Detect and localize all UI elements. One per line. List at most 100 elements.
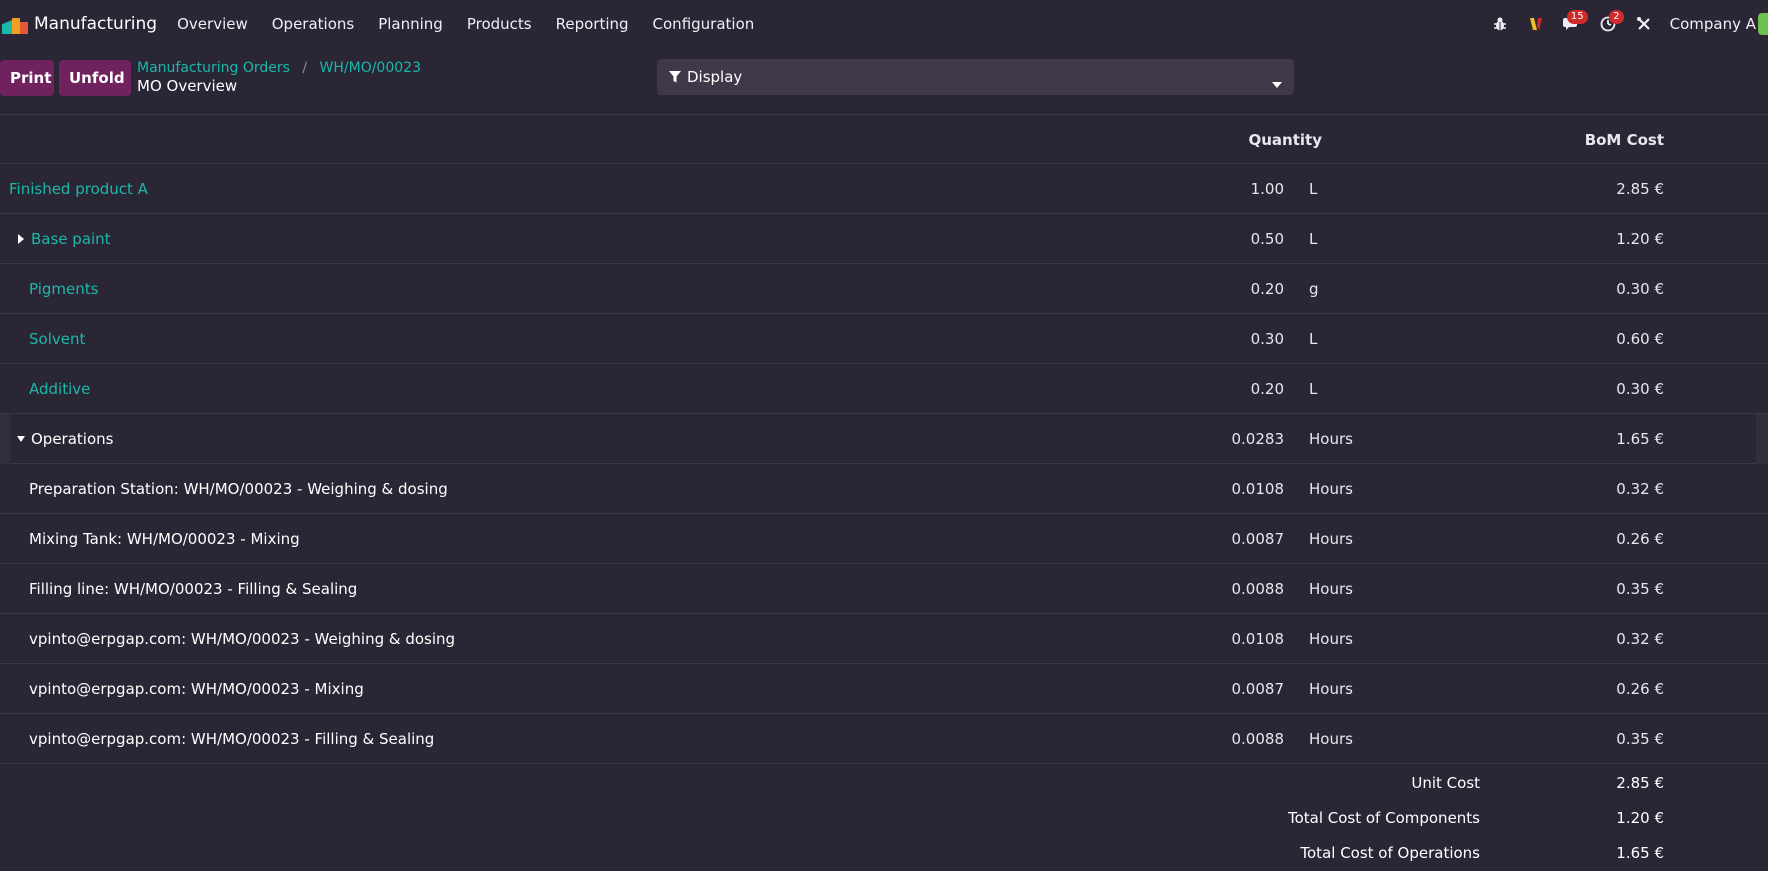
menu-overview[interactable]: Overview bbox=[165, 0, 260, 48]
table-row: Base paint 0.50 L 1.20 € bbox=[0, 214, 1768, 264]
quantity-value: 0.0108 bbox=[1231, 480, 1285, 498]
table-row: Pigments 0.20 g 0.30 € bbox=[0, 264, 1768, 314]
uom-value: Hours bbox=[1309, 730, 1353, 748]
user-avatar[interactable] bbox=[1758, 13, 1768, 35]
bom-cost-value: 1.20 € bbox=[1616, 230, 1664, 248]
quantity-value: 0.0088 bbox=[1231, 580, 1285, 598]
quantity-value: 0.20 bbox=[1250, 380, 1284, 398]
uom-value: Hours bbox=[1309, 530, 1353, 548]
page-title: MO Overview bbox=[137, 77, 238, 95]
components-cost-row: Total Cost of Components 1.20 € bbox=[0, 801, 1768, 836]
table-header: Quantity BoM Cost bbox=[0, 114, 1768, 164]
unit-cost-row: Unit Cost 2.85 € bbox=[0, 766, 1768, 801]
table-row: Mixing Tank: WH/MO/00023 - Mixing 0.0087… bbox=[0, 514, 1768, 564]
debug-bug-icon[interactable] bbox=[1482, 0, 1518, 48]
component-link[interactable]: Pigments bbox=[29, 264, 98, 314]
messages-icon[interactable]: 15 bbox=[1554, 0, 1590, 48]
odoo-studio-icon[interactable] bbox=[1518, 0, 1554, 48]
operation-name: Preparation Station: WH/MO/00023 - Weigh… bbox=[29, 480, 448, 498]
unit-cost-label: Unit Cost bbox=[1411, 774, 1480, 792]
uom-value: L bbox=[1309, 180, 1318, 198]
print-button[interactable]: Print bbox=[0, 60, 54, 96]
quantity-value: 0.20 bbox=[1250, 280, 1284, 298]
app-name[interactable]: Manufacturing bbox=[34, 14, 157, 34]
uom-value: L bbox=[1309, 380, 1318, 398]
top-navbar: Manufacturing Overview Operations Planni… bbox=[0, 0, 1768, 48]
operation-name: vpinto@erpgap.com: WH/MO/00023 - Weighin… bbox=[29, 630, 456, 648]
bom-cost-value: 0.30 € bbox=[1616, 280, 1664, 298]
bom-cost-value: 0.26 € bbox=[1616, 530, 1664, 548]
operation-name: vpinto@erpgap.com: WH/MO/00023 - Filling… bbox=[29, 730, 435, 748]
components-cost-label: Total Cost of Components bbox=[1287, 809, 1480, 827]
menu-reporting[interactable]: Reporting bbox=[544, 0, 641, 48]
component-link[interactable]: Base paint bbox=[31, 214, 111, 264]
caret-down-icon[interactable] bbox=[15, 414, 27, 464]
breadcrumb-mo-reference[interactable]: WH/MO/00023 bbox=[320, 60, 421, 76]
activities-count-badge: 2 bbox=[1609, 10, 1624, 24]
uom-value: Hours bbox=[1309, 480, 1353, 498]
company-switcher[interactable]: Company A bbox=[1670, 15, 1756, 33]
manufacturing-app-icon bbox=[0, 12, 30, 36]
table-row: Preparation Station: WH/MO/00023 - Weigh… bbox=[0, 464, 1768, 514]
bom-cost-value: 2.85 € bbox=[1616, 180, 1664, 198]
operation-name: Filling line: WH/MO/00023 - Filling & Se… bbox=[29, 580, 358, 598]
display-filter-dropdown[interactable]: Display bbox=[657, 59, 1294, 95]
app-brand[interactable]: Manufacturing bbox=[0, 0, 165, 48]
menu-configuration[interactable]: Configuration bbox=[641, 0, 767, 48]
bom-cost-value: 0.35 € bbox=[1616, 730, 1664, 748]
quantity-value: 0.0283 bbox=[1231, 430, 1285, 448]
breadcrumb: Manufacturing Orders / WH/MO/00023 bbox=[137, 60, 421, 76]
table-row: vpinto@erpgap.com: WH/MO/00023 - Weighin… bbox=[0, 614, 1768, 664]
breadcrumb-manufacturing-orders[interactable]: Manufacturing Orders bbox=[137, 60, 290, 76]
bom-cost-value: 0.35 € bbox=[1616, 580, 1664, 598]
mo-overview-report: Quantity BoM Cost Finished product A 1.0… bbox=[0, 114, 1768, 764]
quantity-value: 0.0088 bbox=[1231, 730, 1285, 748]
unit-cost-value: 2.85 € bbox=[1616, 774, 1664, 792]
uom-value: Hours bbox=[1309, 430, 1353, 448]
activities-clock-icon[interactable]: 2 bbox=[1590, 0, 1626, 48]
table-row: vpinto@erpgap.com: WH/MO/00023 - Filling… bbox=[0, 714, 1768, 764]
bom-cost-value: 0.60 € bbox=[1616, 330, 1664, 348]
components-cost-value: 1.20 € bbox=[1616, 809, 1664, 827]
tools-icon[interactable] bbox=[1626, 0, 1662, 48]
menu-planning[interactable]: Planning bbox=[366, 0, 455, 48]
uom-value: Hours bbox=[1309, 680, 1353, 698]
table-row: Additive 0.20 L 0.30 € bbox=[0, 364, 1768, 414]
messages-count-badge: 15 bbox=[1566, 10, 1588, 24]
cost-totals: Unit Cost 2.85 € Total Cost of Component… bbox=[0, 766, 1768, 871]
uom-value: Hours bbox=[1309, 630, 1353, 648]
table-row: Finished product A 1.00 L 2.85 € bbox=[0, 164, 1768, 214]
quantity-value: 0.0087 bbox=[1231, 680, 1285, 698]
operations-group-row[interactable]: Operations 0.0283 Hours 1.65 € bbox=[0, 414, 1768, 464]
caret-down-icon bbox=[1272, 73, 1282, 92]
operations-label: Operations bbox=[31, 430, 114, 448]
component-link[interactable]: Additive bbox=[29, 364, 90, 414]
quantity-value: 0.30 bbox=[1250, 330, 1284, 348]
component-link[interactable]: Solvent bbox=[29, 314, 85, 364]
caret-right-icon[interactable] bbox=[15, 214, 27, 264]
main-menu: Overview Operations Planning Products Re… bbox=[165, 0, 766, 48]
uom-value: L bbox=[1309, 330, 1318, 348]
table-row: Solvent 0.30 L 0.60 € bbox=[0, 314, 1768, 364]
bom-cost-value: 0.26 € bbox=[1616, 680, 1664, 698]
table-row: vpinto@erpgap.com: WH/MO/00023 - Mixing … bbox=[0, 664, 1768, 714]
operation-name: vpinto@erpgap.com: WH/MO/00023 - Mixing bbox=[29, 680, 364, 698]
operation-name: Mixing Tank: WH/MO/00023 - Mixing bbox=[29, 530, 300, 548]
control-panel: Print Unfold Manufacturing Orders / WH/M… bbox=[0, 56, 1768, 110]
bom-cost-value: 0.32 € bbox=[1616, 480, 1664, 498]
table-row: Filling line: WH/MO/00023 - Filling & Se… bbox=[0, 564, 1768, 614]
quantity-value: 0.0087 bbox=[1231, 530, 1285, 548]
quantity-column-header: Quantity bbox=[1248, 131, 1323, 149]
uom-value: L bbox=[1309, 230, 1318, 248]
unfold-button[interactable]: Unfold bbox=[59, 60, 131, 96]
bom-cost-column-header: BoM Cost bbox=[1584, 131, 1664, 149]
menu-products[interactable]: Products bbox=[455, 0, 544, 48]
uom-value: g bbox=[1309, 280, 1319, 298]
uom-value: Hours bbox=[1309, 580, 1353, 598]
bom-cost-value: 0.30 € bbox=[1616, 380, 1664, 398]
display-label: Display bbox=[687, 68, 743, 86]
filter-icon bbox=[669, 68, 681, 87]
bom-cost-value: 0.32 € bbox=[1616, 630, 1664, 648]
product-link[interactable]: Finished product A bbox=[9, 164, 148, 214]
menu-operations[interactable]: Operations bbox=[260, 0, 366, 48]
